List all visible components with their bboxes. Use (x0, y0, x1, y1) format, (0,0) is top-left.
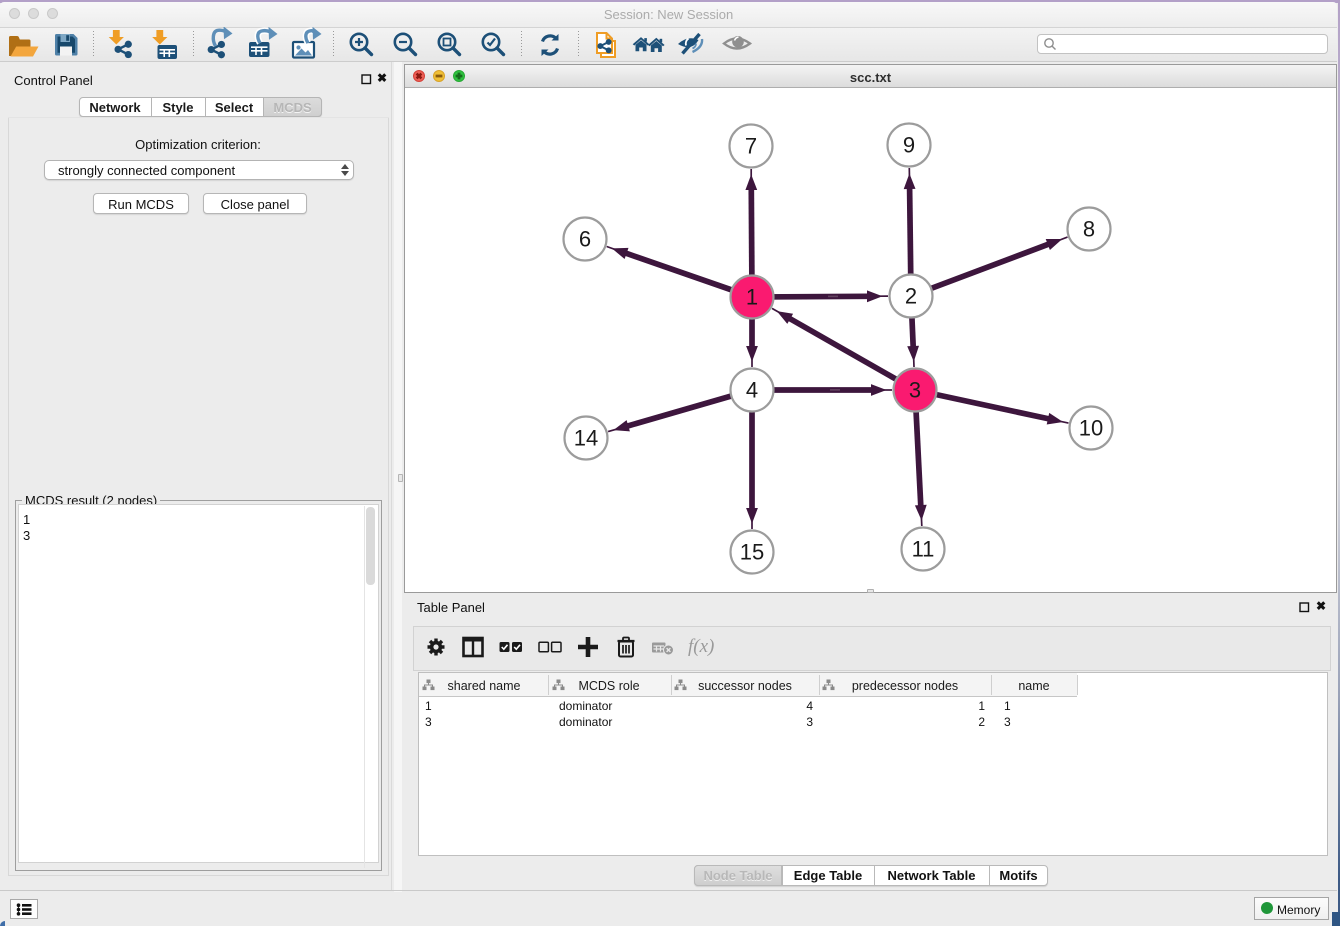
svg-text:8: 8 (1083, 217, 1095, 242)
svg-text:3: 3 (909, 378, 921, 403)
svg-text:6: 6 (579, 227, 591, 252)
svg-text:2: 2 (905, 284, 917, 309)
svg-text:9: 9 (903, 133, 915, 158)
svg-text:1: 1 (746, 285, 758, 310)
svg-text:10: 10 (1079, 416, 1103, 441)
svg-text:14: 14 (574, 426, 598, 451)
svg-text:15: 15 (740, 540, 764, 565)
svg-text:7: 7 (745, 134, 757, 159)
svg-text:11: 11 (912, 537, 935, 562)
svg-text:4: 4 (746, 378, 758, 403)
